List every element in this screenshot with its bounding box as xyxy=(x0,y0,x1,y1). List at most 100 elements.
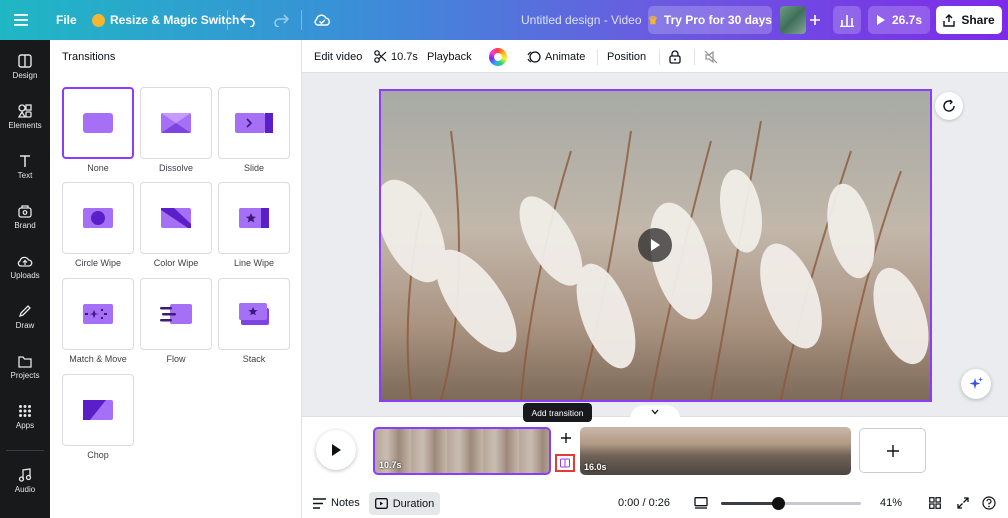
page-view-icon[interactable] xyxy=(694,492,708,514)
side-rail: Design Elements Text Brand Uploads Draw … xyxy=(0,40,50,518)
uploads-icon xyxy=(17,256,33,267)
rail-item-audio[interactable]: Audio xyxy=(0,456,50,506)
transition-label: Match & Move xyxy=(69,354,127,364)
video-play-button[interactable] xyxy=(638,228,672,262)
cloud-save-icon[interactable] xyxy=(313,0,331,40)
add-collaborator-icon[interactable] xyxy=(803,6,827,34)
share-label: Share xyxy=(961,13,995,27)
help-icon[interactable] xyxy=(982,492,996,514)
flow-transition-icon xyxy=(160,304,192,324)
rail-item-text[interactable]: Text xyxy=(0,142,50,192)
grid-view-icon[interactable] xyxy=(929,492,941,514)
zoom-level[interactable]: 41% xyxy=(880,492,902,514)
lock-icon[interactable] xyxy=(669,40,681,73)
duration-button[interactable]: Duration xyxy=(369,492,440,515)
trim-duration: 10.7s xyxy=(391,50,418,63)
add-transition-button[interactable] xyxy=(558,430,574,446)
trim-button[interactable]: 10.7s xyxy=(374,40,418,73)
transition-label: Slide xyxy=(243,163,264,173)
transition-slide[interactable] xyxy=(218,87,290,159)
transition-stack[interactable] xyxy=(218,278,290,350)
playback-button[interactable]: Playback xyxy=(427,40,472,73)
clip-duration: 10.7s xyxy=(379,460,402,470)
editor-toolbar: Edit video 10.7s Playback Animate Positi… xyxy=(302,40,1008,73)
time-display: 0:00 / 0:26 xyxy=(618,497,670,509)
plus-icon xyxy=(561,433,571,443)
transition-circle-wipe[interactable] xyxy=(62,182,134,254)
share-button[interactable]: Share xyxy=(936,6,1002,34)
transition-label: Line Wipe xyxy=(233,258,275,268)
rail-label: Apps xyxy=(15,421,35,430)
transition-label: Dissolve xyxy=(158,163,193,173)
text-icon xyxy=(20,155,30,167)
file-menu[interactable]: File xyxy=(56,0,77,40)
redo-icon[interactable] xyxy=(273,0,289,40)
menu-icon[interactable] xyxy=(14,0,28,40)
collapse-timeline-button[interactable] xyxy=(630,405,680,419)
share-icon xyxy=(943,13,956,27)
rail-item-design[interactable]: Design xyxy=(0,42,50,92)
try-pro-button[interactable]: ♛ Try Pro for 30 days xyxy=(648,6,772,34)
timeline-play-button[interactable] xyxy=(316,430,356,470)
top-bar: File Resize & Magic Switch Untitled desi… xyxy=(0,0,1008,40)
rail-item-apps[interactable]: Apps xyxy=(0,392,50,442)
play-icon xyxy=(332,444,341,456)
add-clip-button[interactable] xyxy=(859,428,926,473)
rail-divider xyxy=(6,450,44,451)
animate-button[interactable]: Animate xyxy=(527,40,585,73)
clip-duration: 16.0s xyxy=(584,462,607,472)
rail-label: Uploads xyxy=(10,271,40,280)
rail-item-elements[interactable]: Elements xyxy=(0,92,50,142)
brand-icon xyxy=(18,205,32,218)
comment-refresh-icon[interactable] xyxy=(935,92,963,120)
transition-none[interactable] xyxy=(62,87,134,159)
plus-icon xyxy=(886,444,899,457)
transition-label: Flow xyxy=(166,354,186,364)
resize-label: Resize & Magic Switch xyxy=(110,13,240,27)
rail-item-projects[interactable]: Projects xyxy=(0,342,50,392)
rail-item-brand[interactable]: Brand xyxy=(0,192,50,242)
divider xyxy=(659,49,660,65)
transition-dissolve[interactable] xyxy=(140,87,212,159)
transition-label: Stack xyxy=(242,354,266,364)
transition-match-move[interactable] xyxy=(62,278,134,350)
divider xyxy=(597,49,598,65)
duration-icon xyxy=(374,498,388,509)
chop-transition-icon xyxy=(83,400,113,420)
transition-flow[interactable] xyxy=(140,278,212,350)
stack-transition-icon xyxy=(239,303,269,325)
audio-icon xyxy=(18,468,32,482)
insights-icon[interactable] xyxy=(833,6,861,34)
crown-icon xyxy=(92,13,105,27)
transition-indicator[interactable] xyxy=(555,454,575,472)
elements-icon xyxy=(18,104,32,118)
design-title[interactable]: Untitled design - Video xyxy=(521,0,642,40)
chevron-down-icon xyxy=(651,409,659,415)
color-button[interactable] xyxy=(489,40,507,73)
position-button[interactable]: Position xyxy=(607,40,646,73)
transition-label: Color Wipe xyxy=(153,258,199,268)
design-icon xyxy=(18,54,32,68)
notes-label: Notes xyxy=(331,497,360,509)
resize-magic-switch-button[interactable]: Resize & Magic Switch xyxy=(92,0,239,40)
zoom-slider-handle[interactable] xyxy=(772,497,785,510)
fullscreen-icon[interactable] xyxy=(957,492,969,514)
timeline-clip-1[interactable]: 10.7s xyxy=(373,427,551,475)
edit-video-button[interactable]: Edit video xyxy=(314,40,362,73)
present-button[interactable]: 26.7s xyxy=(868,6,930,34)
rail-item-uploads[interactable]: Uploads xyxy=(0,242,50,292)
transition-line-wipe[interactable] xyxy=(218,182,290,254)
transition-color-wipe[interactable] xyxy=(140,182,212,254)
rail-item-draw[interactable]: Draw xyxy=(0,292,50,342)
magic-sparkle-icon[interactable] xyxy=(961,369,991,399)
mute-icon[interactable] xyxy=(704,40,718,73)
notes-button[interactable]: Notes xyxy=(313,492,360,514)
rail-label: Brand xyxy=(14,221,36,230)
match-move-transition-icon xyxy=(83,304,113,324)
timeline-clip-2[interactable]: 16.0s xyxy=(580,427,851,475)
dissolve-transition-icon xyxy=(161,113,191,133)
try-pro-label: Try Pro for 30 days xyxy=(663,13,772,27)
transition-chop[interactable] xyxy=(62,374,134,446)
undo-icon[interactable] xyxy=(240,0,256,40)
panel-title: Transitions xyxy=(62,51,116,63)
